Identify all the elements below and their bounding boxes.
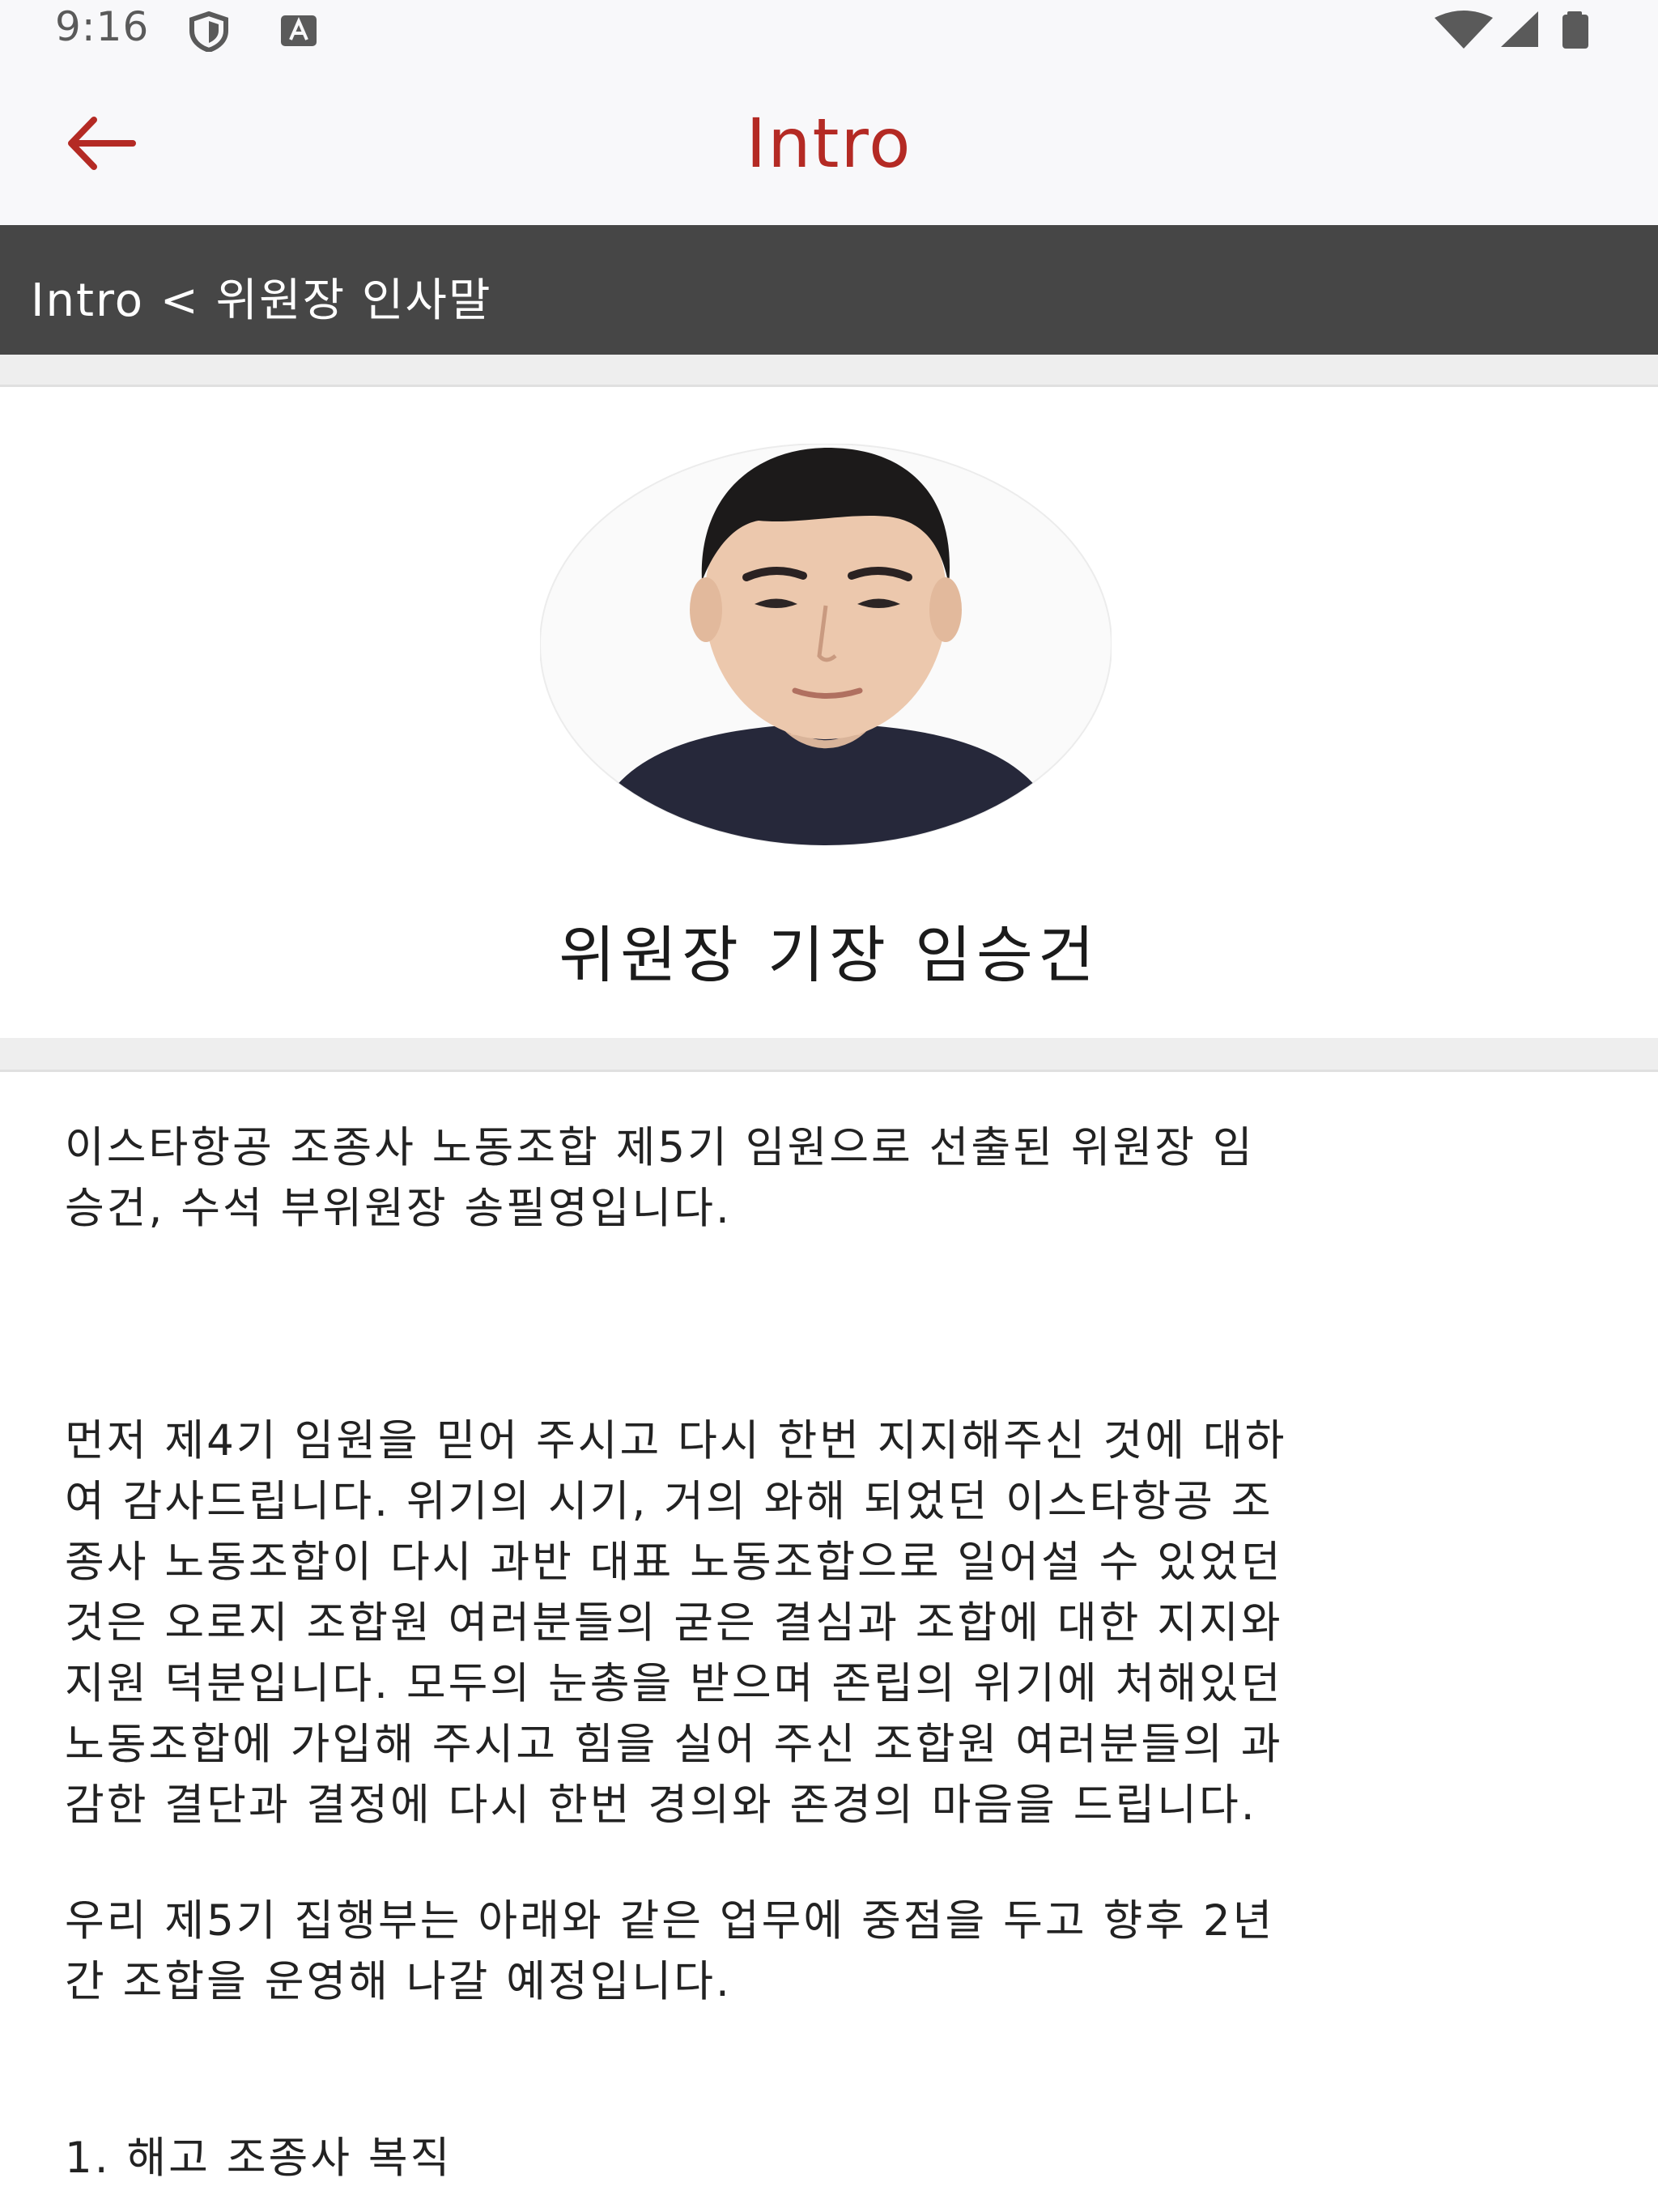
paragraph: 1. 해고 조종사 복직 [65,2133,453,2183]
shield-icon [188,11,230,55]
paragraph: 우리 제5기 집행부는 아래와 같은 업무에 중점을 두고 향후 2년 간 조합… [65,1896,1275,2006]
paragraph: 이스타항공 조종사 노동조합 제5기 임원으로 선출된 위원장 임 승건, 수석… [65,1123,1255,1233]
paragraph: 먼저 제4기 임원을 믿어 주시고 다시 한번 지지해주신 것에 대하 여 감사… [65,1416,1287,1830]
status-time: 9:16 [55,3,150,50]
profile-name: 위원장 기장 임승건 [559,919,1099,991]
breadcrumb: Intro < 위원장 인사말 [0,225,1658,355]
status-right-icons [1433,8,1619,57]
divider [0,355,1658,387]
wifi-icon [1435,11,1493,49]
keyboard-a-icon [280,15,317,50]
avatar [539,443,1112,846]
app-bar: Intro [0,58,1658,225]
profile-card: 위원장 기장 임승건 [0,387,1658,1038]
divider [0,1038,1658,1072]
battery-icon [1562,11,1588,49]
page-title: Intro [746,104,912,183]
breadcrumb-text: Intro < 위원장 인사말 [31,274,492,327]
signal-icon [1501,11,1538,47]
status-bar: 9:16 [0,0,1658,58]
